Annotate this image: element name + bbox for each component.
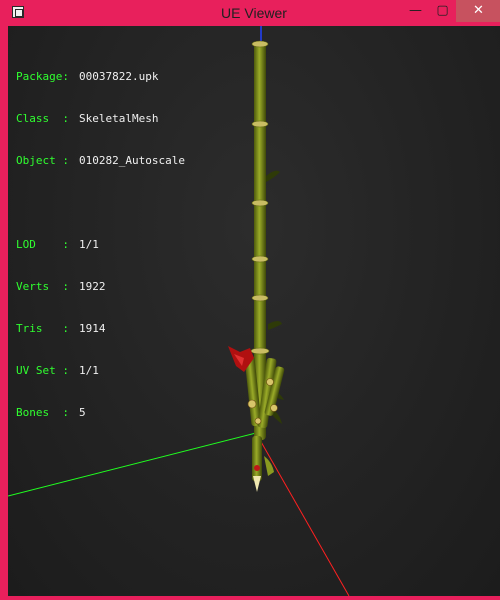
x-axis-line xyxy=(255,432,350,596)
object-label: Object : xyxy=(16,154,69,167)
uvset-value: 1/1 xyxy=(79,364,99,377)
verts-value: 1922 xyxy=(79,280,106,293)
3d-viewport[interactable]: Package: 00037822.upk Class : SkeletalMesh… xyxy=(8,26,500,596)
title-bar[interactable]: UE Viewer — ▢ ✕ xyxy=(4,0,500,26)
lod-label: LOD : xyxy=(16,238,69,251)
tris-value: 1914 xyxy=(79,322,106,335)
maximize-button[interactable]: ▢ xyxy=(429,0,456,22)
lod-value: 1/1 xyxy=(79,238,99,251)
class-label: Class : xyxy=(16,112,69,125)
bones-value: 5 xyxy=(79,406,86,419)
package-label: Package: xyxy=(16,70,69,83)
minimize-button[interactable]: — xyxy=(402,0,429,22)
bones-label: Bones : xyxy=(16,406,69,419)
ue-viewer-window: UE Viewer — ▢ ✕ Package: 00037822.upk Cl… xyxy=(0,0,500,600)
object-value: 010282_Autoscale xyxy=(79,154,185,167)
mesh-info-panel: Package: 00037822.upk Class : SkeletalMesh… xyxy=(16,42,185,448)
package-value: 00037822.upk xyxy=(79,70,159,83)
uvset-label: UV Set : xyxy=(16,364,69,377)
tris-label: Tris : xyxy=(16,322,69,335)
verts-label: Verts : xyxy=(16,280,69,293)
class-value: SkeletalMesh xyxy=(79,112,159,125)
close-button[interactable]: ✕ xyxy=(456,0,500,22)
